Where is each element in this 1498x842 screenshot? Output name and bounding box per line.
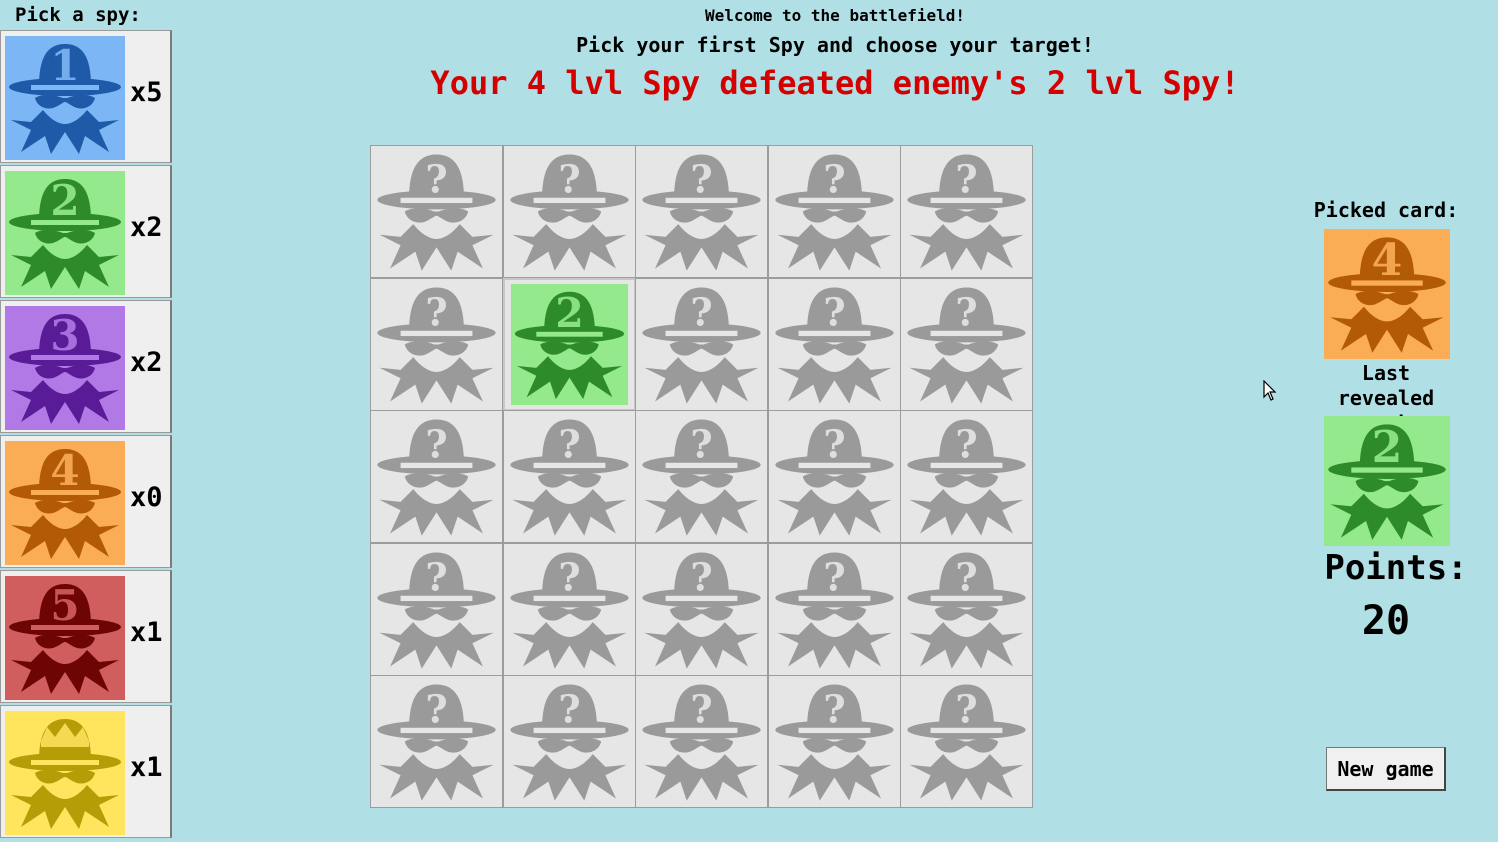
board-cell-hidden[interactable]: ?: [635, 675, 768, 808]
svg-text:?: ?: [690, 686, 712, 731]
svg-text:?: ?: [558, 686, 580, 731]
board-cell-hidden[interactable]: ?: [767, 277, 901, 411]
svg-text:?: ?: [823, 421, 845, 466]
battle-result-message: Your 4 lvl Spy defeated enemy's 2 lvl Sp…: [430, 64, 1240, 102]
spy-king-icon: [3, 711, 127, 835]
svg-text:?: ?: [955, 421, 977, 466]
spy-count: x2: [130, 212, 163, 243]
points-label: Points:: [1324, 548, 1468, 588]
svg-text:2: 2: [50, 176, 79, 225]
board-cell-hidden[interactable]: ?: [900, 277, 1033, 411]
svg-text:?: ?: [690, 421, 712, 466]
svg-text:?: ?: [690, 289, 712, 334]
spy-option-level-2[interactable]: 2 x2: [0, 165, 172, 298]
spy-count: x0: [130, 482, 163, 513]
spy-option-level-4[interactable]: 4 x0: [0, 435, 172, 568]
svg-text:?: ?: [425, 156, 447, 201]
svg-text:?: ?: [690, 554, 712, 599]
instruction-text: Pick your first Spy and choose your targ…: [576, 33, 1094, 57]
board-cell-hidden[interactable]: ?: [767, 410, 901, 543]
spy-level-4-icon: 4: [3, 441, 127, 565]
spy-level-5-icon: 5: [3, 576, 127, 700]
last-revealed-card: 2: [1324, 416, 1450, 547]
spy-picker-sidebar: 1 x5 2 x2 3 x2 4 x0 5 x1 x1: [0, 30, 174, 842]
board-cell-revealed[interactable]: 2: [502, 277, 636, 411]
board-cell-hidden[interactable]: ?: [502, 542, 636, 676]
picked-card: 4: [1324, 229, 1450, 360]
svg-text:4: 4: [50, 446, 79, 495]
svg-text:?: ?: [823, 289, 845, 334]
board-cell-hidden[interactable]: ?: [502, 145, 636, 278]
spy-count: x2: [130, 347, 163, 378]
svg-text:?: ?: [823, 554, 845, 599]
spy-option-level-5[interactable]: 5 x1: [0, 570, 172, 703]
svg-text:?: ?: [425, 421, 447, 466]
svg-text:5: 5: [50, 581, 79, 630]
svg-text:?: ?: [425, 686, 447, 731]
svg-text:?: ?: [955, 686, 977, 731]
board-cell-hidden[interactable]: ?: [767, 542, 901, 676]
board-cell-hidden[interactable]: ?: [370, 277, 503, 411]
board-cell-hidden[interactable]: ?: [900, 410, 1033, 543]
svg-text:?: ?: [425, 554, 447, 599]
svg-text:?: ?: [955, 289, 977, 334]
svg-text:?: ?: [955, 554, 977, 599]
new-game-button[interactable]: New game: [1326, 747, 1446, 791]
spy-level-2-icon: 2: [3, 171, 127, 295]
svg-text:?: ?: [558, 421, 580, 466]
svg-text:?: ?: [823, 156, 845, 201]
spy-count: x1: [130, 752, 163, 783]
mouse-cursor-icon: [1263, 380, 1277, 401]
spy-option-level-3[interactable]: 3 x2: [0, 300, 172, 433]
board-cell-hidden[interactable]: ?: [900, 145, 1033, 278]
picked-card-label: Picked card:: [1313, 198, 1459, 222]
svg-text:2: 2: [555, 288, 584, 336]
spy-level-3-icon: 3: [3, 306, 127, 430]
board-cell-hidden[interactable]: ?: [767, 145, 901, 278]
board-cell-hidden[interactable]: ?: [370, 145, 503, 278]
svg-text:2: 2: [1372, 422, 1403, 473]
spy-option-king[interactable]: x1: [0, 705, 172, 838]
svg-text:?: ?: [690, 156, 712, 201]
game-board: ? ? ? ? ? ? 2 ? ? ? ? ? ? ? ? ? ? ? ? ? …: [370, 145, 1033, 808]
svg-text:?: ?: [955, 156, 977, 201]
board-cell-hidden[interactable]: ?: [900, 542, 1033, 676]
svg-text:3: 3: [50, 311, 79, 360]
board-cell-hidden[interactable]: ?: [370, 410, 503, 543]
board-cell-hidden[interactable]: ?: [502, 410, 636, 543]
welcome-text: Welcome to the battlefield!: [704, 6, 966, 25]
board-cell-hidden[interactable]: ?: [635, 410, 768, 543]
board-cell-hidden[interactable]: ?: [635, 145, 768, 278]
board-cell-hidden[interactable]: ?: [900, 675, 1033, 808]
svg-text:?: ?: [558, 156, 580, 201]
spy-count: x1: [130, 617, 163, 648]
svg-text:?: ?: [823, 686, 845, 731]
svg-text:4: 4: [1372, 235, 1403, 286]
svg-text:?: ?: [425, 289, 447, 334]
board-cell-hidden[interactable]: ?: [635, 542, 768, 676]
board-cell-hidden[interactable]: ?: [370, 675, 503, 808]
board-cell-hidden[interactable]: ?: [635, 277, 768, 411]
board-cell-hidden[interactable]: ?: [502, 675, 636, 808]
points-value: 20: [1361, 598, 1411, 644]
board-cell-hidden[interactable]: ?: [767, 675, 901, 808]
svg-text:?: ?: [558, 554, 580, 599]
board-cell-hidden[interactable]: ?: [370, 542, 503, 676]
